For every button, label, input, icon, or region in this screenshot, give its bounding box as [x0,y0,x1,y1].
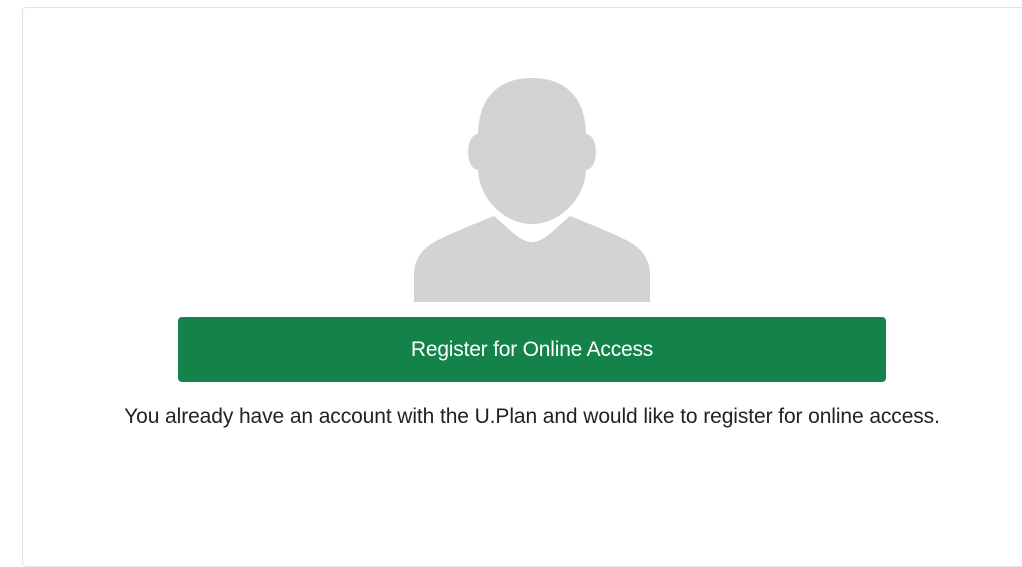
user-silhouette-icon [414,76,650,302]
register-description: You already have an account with the U.P… [124,405,940,428]
register-online-access-button[interactable]: Register for Online Access [178,317,886,382]
